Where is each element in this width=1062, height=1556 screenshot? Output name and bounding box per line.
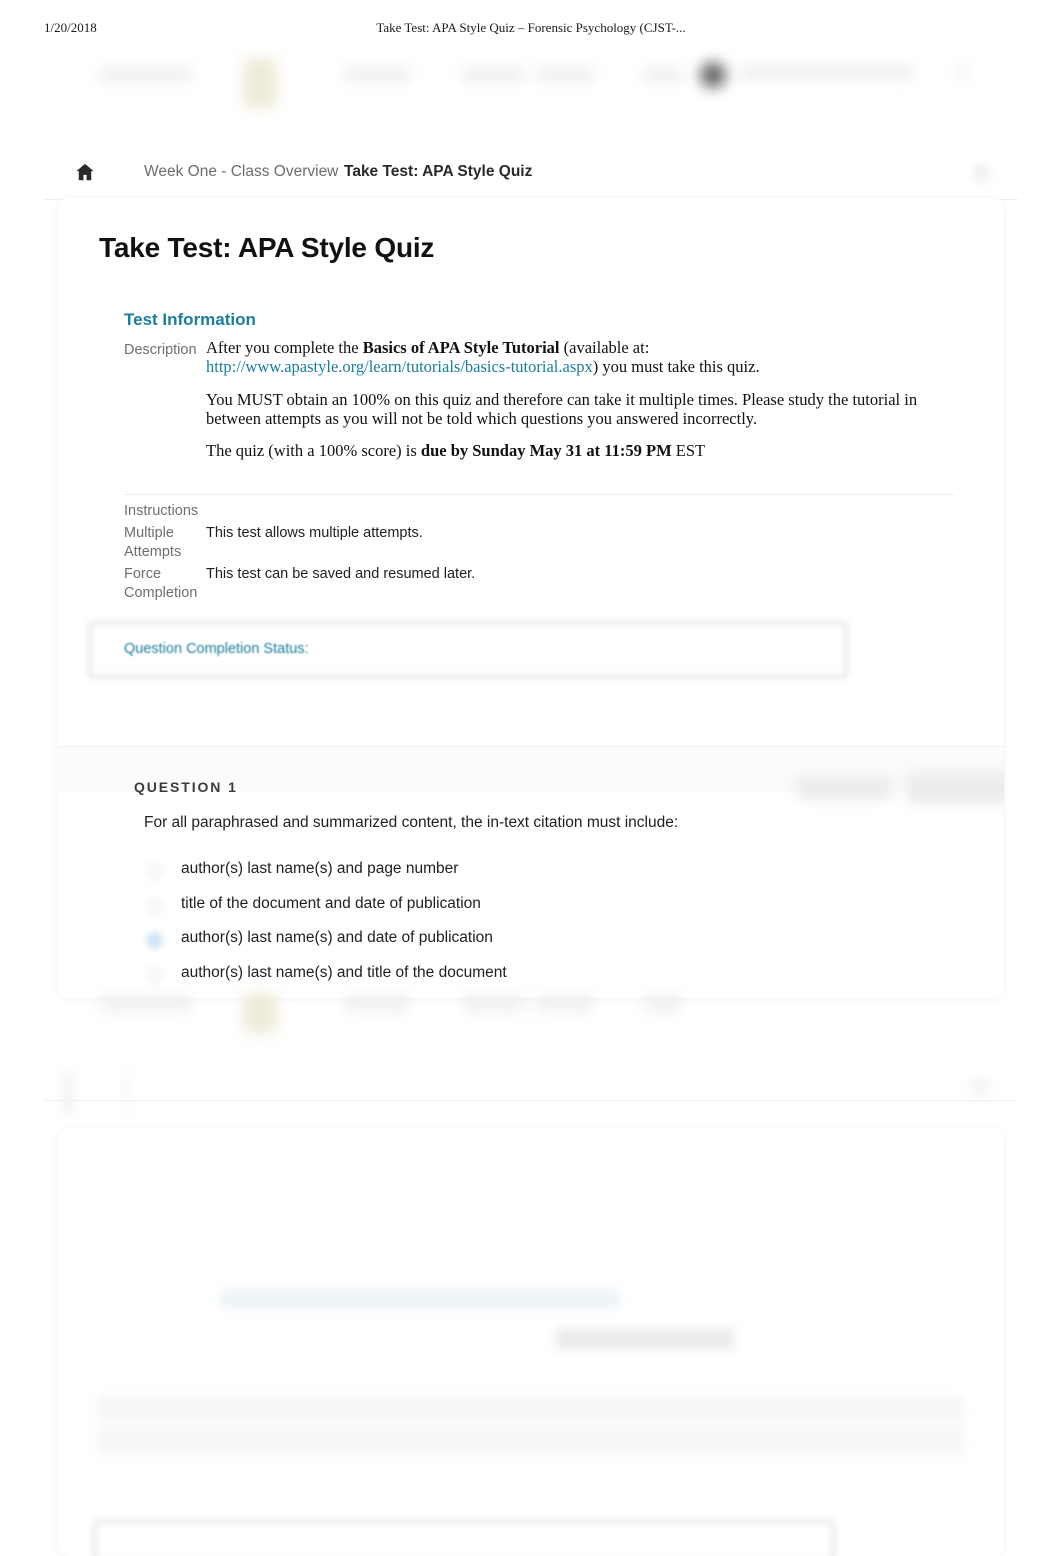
nav-item-ghost-4 <box>536 68 594 81</box>
question-completion-status-panel[interactable]: Question Completion Status: <box>88 622 848 678</box>
nav-item-ghost-3 <box>462 997 524 1010</box>
radio-button-icon[interactable] <box>147 864 162 879</box>
description-paragraph-3: The quiz (with a 100% score) is due by S… <box>206 441 954 460</box>
instruction-row-multiple-attempts: Multiple Attempts This test allows multi… <box>124 524 954 562</box>
page2-status-panel-ghost <box>94 1520 834 1556</box>
nav-item-ghost-5 <box>644 997 682 1010</box>
question-text: For all paraphrased and summarized conte… <box>144 814 679 831</box>
description-value: After you complete the Basics of APA Sty… <box>206 338 954 460</box>
global-nav-blurred <box>0 46 1062 114</box>
nav-item-ghost-5 <box>644 68 682 81</box>
breadcrumb: Week One - Class Overview Take Test: APA… <box>44 150 1018 200</box>
answer-label[interactable]: author(s) last name(s) and page number <box>181 858 458 880</box>
question-points-block <box>796 776 892 800</box>
answer-label[interactable]: author(s) last name(s) and date of publi… <box>181 927 493 949</box>
page2-link-ghost <box>220 1290 620 1308</box>
description-row: Description After you complete the Basic… <box>124 338 954 460</box>
global-nav-blurred-page2 <box>0 993 1062 1053</box>
content-card-page2 <box>58 1128 1004 1556</box>
question-save-block <box>906 772 1004 804</box>
desc-p1-c: ) you must take this quiz. <box>592 357 760 377</box>
home-icon[interactable] <box>74 161 96 183</box>
radio-button-selected-icon[interactable] <box>147 933 162 948</box>
description-paragraph-1: After you complete the Basics of APA Sty… <box>206 338 954 377</box>
nav-item-ghost-1 <box>100 68 192 81</box>
breadcrumb-menu-icon-page2 <box>972 1078 988 1096</box>
site-logo-ghost <box>243 993 277 1033</box>
answer-option[interactable]: author(s) last name(s) and page number <box>144 858 944 893</box>
instructions-divider <box>124 494 954 495</box>
answer-label[interactable]: title of the document and date of public… <box>181 893 481 915</box>
answer-option[interactable]: title of the document and date of public… <box>144 893 944 928</box>
nav-item-ghost-2 <box>344 997 410 1010</box>
print-page-title: Take Test: APA Style Quiz – Forensic Psy… <box>376 20 686 35</box>
desc-p3-a: The quiz (with a 100% score) is <box>206 441 421 461</box>
question-number: QUESTION 1 <box>134 779 238 795</box>
nav-item-ghost-1 <box>100 997 192 1010</box>
desc-p1-bold: Basics of APA Style Tutorial <box>362 338 560 357</box>
test-information-heading: Test Information <box>124 310 256 329</box>
desc-p3-bold: due by Sunday May 31 at 11:59 PM <box>420 441 672 461</box>
nav-item-ghost-2 <box>344 68 410 81</box>
answer-option-selected[interactable]: author(s) last name(s) and date of publi… <box>144 927 944 962</box>
force-completion-label: Force Completion <box>124 566 198 601</box>
content-card: Take Test: APA Style Quiz Test Informati… <box>58 198 1004 998</box>
user-name-ghost <box>740 66 912 79</box>
answer-options: author(s) last name(s) and page number t… <box>144 858 944 996</box>
breadcrumb-parent[interactable]: Week One - Class Overview <box>144 163 338 181</box>
instruction-row-force-completion: Force Completion This test can be saved … <box>124 565 954 603</box>
chevron-down-icon <box>960 64 965 78</box>
print-header: 1/20/2018 Take Test: APA Style Quiz – Fo… <box>0 20 1062 42</box>
force-completion-value: This test can be saved and resumed later… <box>206 566 476 582</box>
home-icon-ghost-page2 <box>62 1072 74 1114</box>
page-title: Take Test: APA Style Quiz <box>99 232 435 263</box>
question-points-ghost <box>788 768 1004 810</box>
page2-row-ghost-1 <box>98 1396 964 1422</box>
desc-p1-b: (available at: <box>559 338 650 357</box>
avatar-ghost <box>700 62 726 88</box>
multiple-attempts-value: This test allows multiple attempts. <box>206 525 423 541</box>
page2-row-ghost-2 <box>98 1428 964 1454</box>
desc-p1-a: After you complete the <box>206 338 363 357</box>
breadcrumb-current: Take Test: APA Style Quiz <box>344 163 533 180</box>
multiple-attempts-label: Multiple Attempts <box>124 525 182 560</box>
page2-blurred-content <box>58 1128 1004 1556</box>
instructions-label: Instructions <box>124 503 199 519</box>
radio-button-icon[interactable] <box>147 898 162 914</box>
nav-item-ghost-4 <box>536 997 594 1010</box>
apa-tutorial-link[interactable]: http://www.apastyle.org/learn/tutorials/… <box>206 357 593 376</box>
page2-button-ghost <box>556 1328 734 1350</box>
answer-label[interactable]: author(s) last name(s) and title of the … <box>181 962 507 984</box>
test-information-section: Test Information Description After you c… <box>124 310 954 460</box>
answer-option[interactable]: author(s) last name(s) and title of the … <box>144 962 944 997</box>
desc-p3-b: EST <box>671 441 706 461</box>
breadcrumb-menu-icon <box>974 164 990 182</box>
nav-item-ghost-3 <box>462 68 524 81</box>
radio-button-icon[interactable] <box>147 967 162 983</box>
question-completion-status-link[interactable]: Question Completion Status: <box>124 641 309 657</box>
description-label: Description <box>124 342 197 358</box>
description-paragraph-2: You MUST obtain an 100% on this quiz and… <box>206 389 918 428</box>
breadcrumb-divider-page2 <box>44 1100 1018 1101</box>
breadcrumb-ghost-page2 <box>124 1072 128 1114</box>
site-logo-ghost <box>243 58 277 108</box>
instructions-section: Instructions Multiple Attempts This test… <box>124 501 954 603</box>
